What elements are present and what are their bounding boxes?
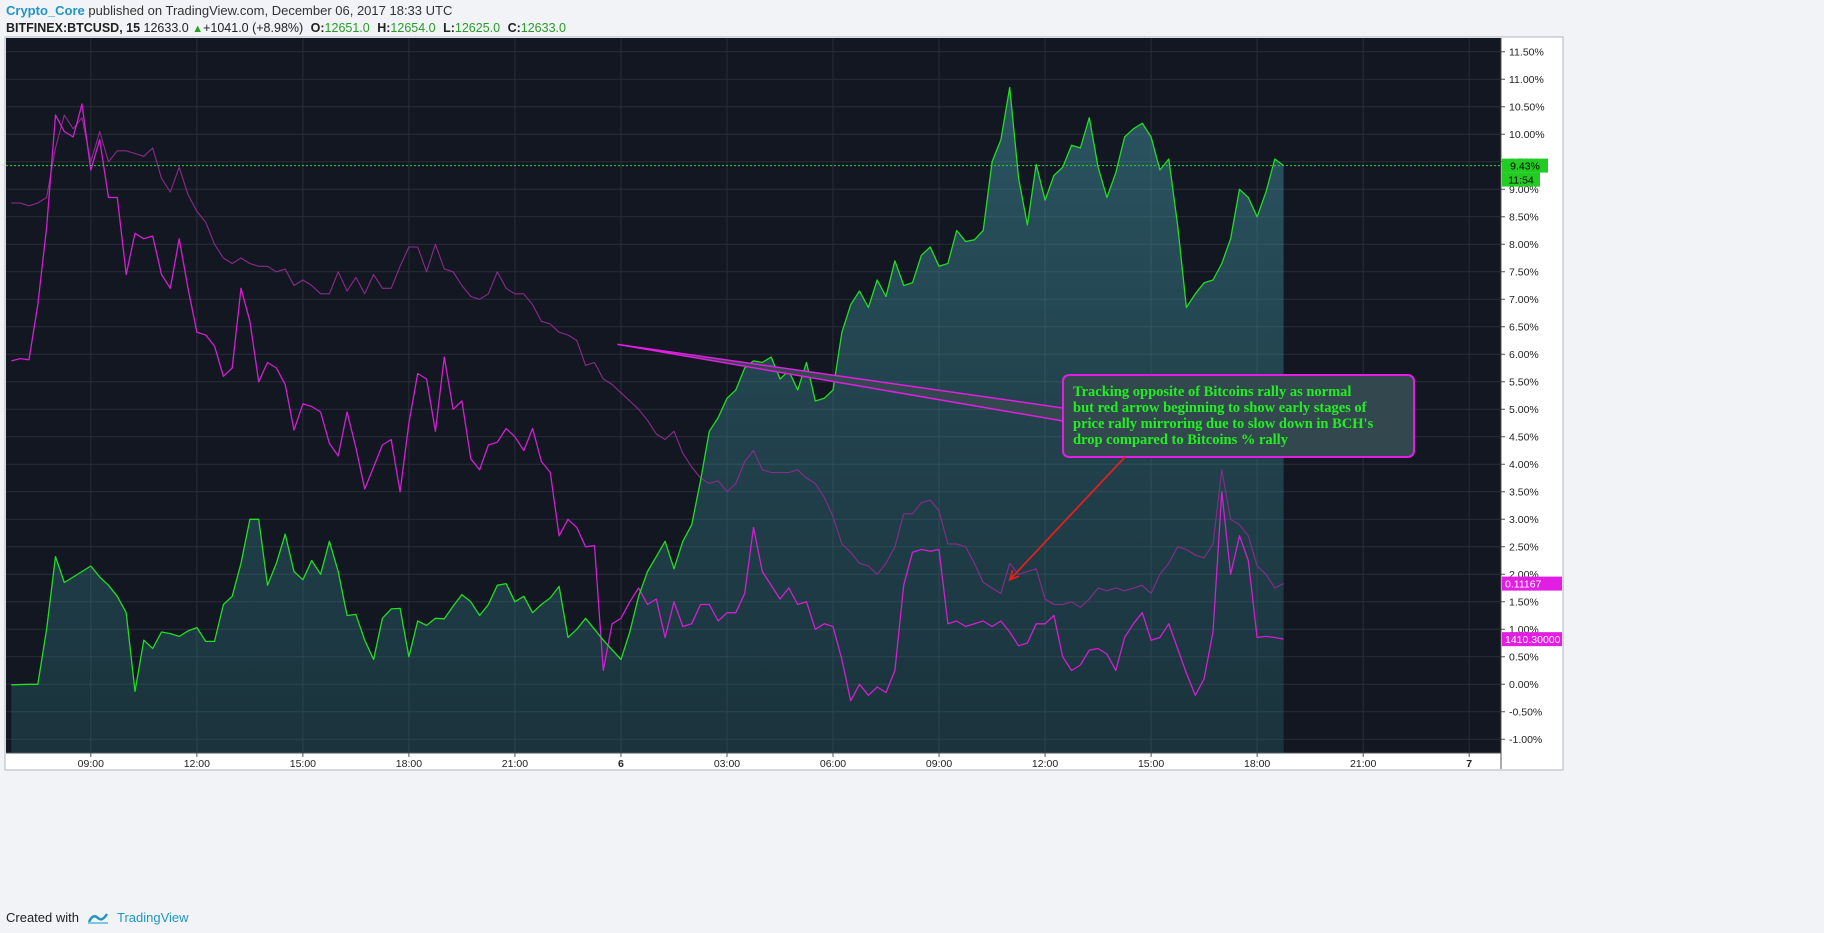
y-tick-label: 7.50% xyxy=(1509,266,1539,278)
y-tick-label: -0.50% xyxy=(1509,706,1542,718)
x-tick-label: 09:00 xyxy=(78,758,104,770)
y-tick-label: 4.00% xyxy=(1509,459,1539,471)
x-tick-label: 21:00 xyxy=(502,758,528,770)
price-badge-label: 0.11167 xyxy=(1505,579,1542,591)
x-tick-label: 21:00 xyxy=(1350,758,1376,770)
annotation-text-line: Tracking opposite of Bitcoins rally as n… xyxy=(1073,384,1351,400)
y-tick-label: 10.00% xyxy=(1509,129,1545,141)
y-tick-label: 8.50% xyxy=(1509,211,1539,223)
countdown-label: 11:54 xyxy=(1508,175,1534,187)
tradingview-brand-link[interactable]: TradingView xyxy=(117,910,189,925)
y-tick-label: 3.50% xyxy=(1509,486,1539,498)
x-tick-label: 7 xyxy=(1466,758,1472,770)
y-tick-label: 1.50% xyxy=(1509,596,1539,608)
y-tick-label: 5.50% xyxy=(1509,376,1539,388)
y-tick-label: 6.00% xyxy=(1509,349,1539,361)
y-tick-label: -1.00% xyxy=(1509,734,1542,746)
y-tick-label: 3.00% xyxy=(1509,514,1539,526)
last-value-label: 9.43% xyxy=(1510,161,1540,173)
annotation-text-line: drop compared to Bitcoins % rally xyxy=(1073,432,1289,448)
y-tick-label: 5.00% xyxy=(1509,404,1539,416)
y-tick-label: 8.00% xyxy=(1509,239,1539,251)
x-tick-label: 09:00 xyxy=(926,758,952,770)
x-tick-label: 18:00 xyxy=(396,758,422,770)
y-tick-label: 11.50% xyxy=(1509,46,1544,58)
created-with-label: Created with xyxy=(6,910,79,925)
x-tick-label: 12:00 xyxy=(1032,758,1058,770)
y-tick-label: 0.00% xyxy=(1509,679,1539,691)
y-tick-label: 11.00% xyxy=(1509,74,1544,86)
annotation-text-line: but red arrow beginning to show early st… xyxy=(1073,400,1367,416)
y-tick-label: 4.50% xyxy=(1509,431,1539,443)
y-tick-label: 7.00% xyxy=(1509,294,1539,306)
tradingview-logo-icon xyxy=(87,912,109,924)
price-chart[interactable]: 11.50%11.00%10.50%10.00%9.50%9.00%8.50%8… xyxy=(0,0,1824,933)
price-badge-label: 1410.30000 xyxy=(1505,634,1561,646)
x-tick-label: 12:00 xyxy=(184,758,210,770)
x-tick-label: 15:00 xyxy=(290,758,316,770)
annotation-text-line: price rally mirroring due to slow down i… xyxy=(1073,416,1374,432)
y-tick-label: 6.50% xyxy=(1509,321,1539,333)
x-tick-label: 6 xyxy=(618,758,624,770)
x-tick-label: 06:00 xyxy=(820,758,846,770)
y-tick-label: 10.50% xyxy=(1509,101,1545,113)
x-tick-label: 18:00 xyxy=(1244,758,1270,770)
y-tick-label: 2.50% xyxy=(1509,541,1539,553)
footer: Created with TradingView xyxy=(6,910,189,925)
x-tick-label: 15:00 xyxy=(1138,758,1164,770)
x-tick-label: 03:00 xyxy=(714,758,740,770)
y-tick-label: 0.50% xyxy=(1509,651,1539,663)
time-axis-background xyxy=(6,753,1501,769)
